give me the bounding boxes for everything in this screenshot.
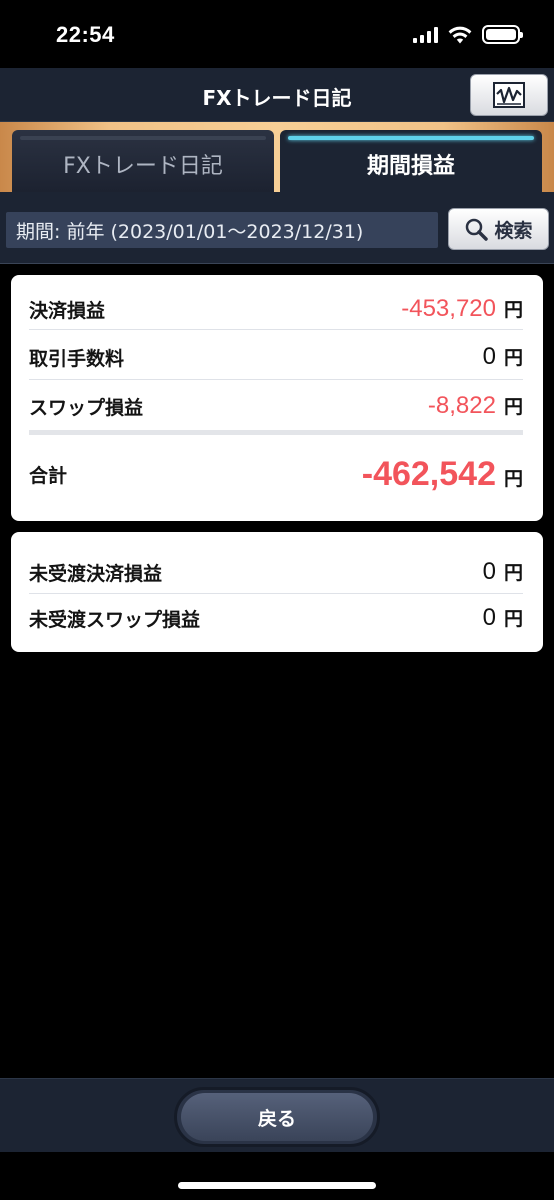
tab-bar: FXトレード日記 期間損益: [0, 122, 554, 192]
period-selector[interactable]: 期間: 前年 (2023/01/01～2023/12/31): [6, 212, 438, 248]
pnl-summary-card: 決済損益 -453,720 円 取引手数料 0 円 スワップ損益 -8,822 …: [11, 275, 543, 521]
unit-label: 円: [503, 299, 523, 321]
chart-button[interactable]: [470, 74, 548, 116]
unsettled-settlement-value: 0: [482, 558, 496, 585]
row-label: 取引手数料: [29, 347, 125, 370]
row-label: 合計: [29, 464, 68, 487]
row-swap-pnl: スワップ損益 -8,822 円: [29, 386, 523, 426]
divider: [29, 430, 523, 435]
row-settlement-pnl: 決済損益 -453,720 円: [29, 289, 523, 329]
search-label: 検索: [494, 219, 533, 242]
unit-label: 円: [503, 608, 523, 630]
unit-label: 円: [503, 562, 523, 584]
tab-fx-trade-diary[interactable]: FXトレード日記: [12, 130, 274, 192]
settlement-pnl-value: -453,720: [401, 295, 496, 322]
search-button[interactable]: 検索: [448, 208, 549, 250]
row-label: 未受渡スワップ損益: [29, 608, 201, 631]
row-label: 決済損益: [29, 299, 106, 322]
divider: [29, 329, 523, 330]
nav-header: FXトレード日記: [0, 68, 554, 122]
back-label: 戻る: [257, 1107, 296, 1130]
period-text: 期間: 前年 (2023/01/01～2023/12/31): [16, 220, 364, 243]
divider: [29, 379, 523, 380]
tab-label: FXトレード日記: [63, 154, 223, 179]
row-unsettled-settlement: 未受渡決済損益 0 円: [29, 552, 523, 592]
back-button[interactable]: 戻る: [174, 1087, 380, 1147]
bottom-bar: 戻る: [0, 1078, 554, 1152]
home-indicator[interactable]: [178, 1182, 376, 1189]
row-label: スワップ損益: [29, 396, 144, 419]
row-unsettled-swap: 未受渡スワップ損益 0 円: [29, 598, 523, 638]
row-total: 合計 -462,542 円: [29, 449, 523, 499]
unit-label: 円: [503, 347, 523, 369]
battery-icon: [482, 25, 523, 44]
trading-fee-value: 0: [482, 343, 496, 370]
unsettled-swap-value: 0: [482, 604, 496, 631]
unit-label: 円: [503, 396, 523, 418]
line-chart-icon: [493, 82, 525, 108]
tab-period-pnl[interactable]: 期間損益: [280, 130, 542, 192]
row-trading-fee: 取引手数料 0 円: [29, 337, 523, 377]
row-label: 未受渡決済損益: [29, 562, 163, 585]
divider: [29, 593, 523, 594]
cellular-signal-icon: [413, 26, 438, 43]
status-icons: [413, 25, 523, 44]
tab-label: 期間損益: [366, 154, 455, 179]
wifi-icon: [448, 26, 472, 43]
status-bar: 22:54: [0, 0, 554, 68]
unsettled-card: 未受渡決済損益 0 円 未受渡スワップ損益 0 円: [11, 532, 543, 652]
status-time: 22:54: [56, 22, 115, 47]
period-row: 期間: 前年 (2023/01/01～2023/12/31) 検索: [0, 192, 554, 264]
unit-label: 円: [503, 467, 523, 490]
total-value: -462,542: [361, 454, 496, 493]
swap-pnl-value: -8,822: [427, 392, 496, 419]
search-icon: [466, 218, 489, 241]
